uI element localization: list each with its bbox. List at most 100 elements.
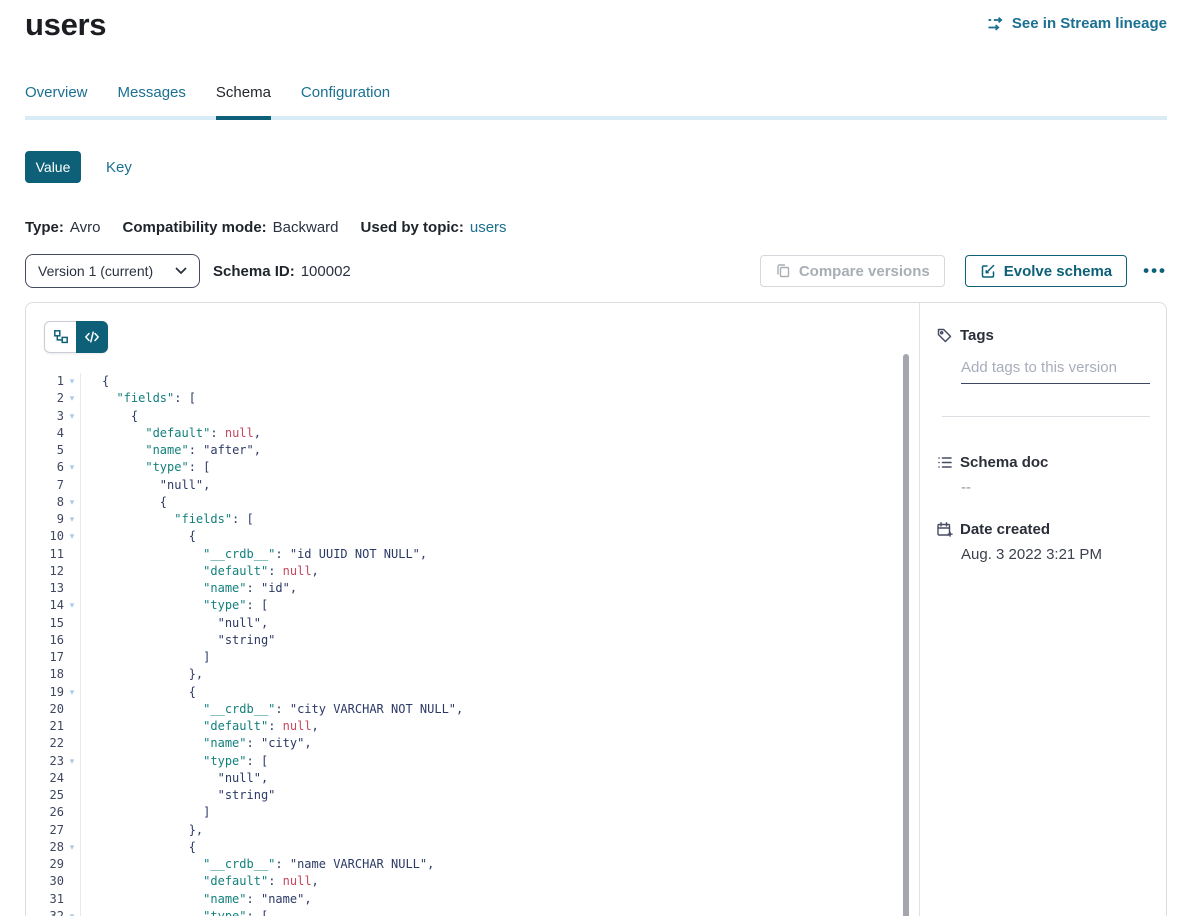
fold-arrow-icon[interactable]: ▾: [64, 597, 81, 614]
tab-schema[interactable]: Schema: [216, 84, 271, 115]
line-number: 32: [26, 908, 64, 916]
code-text: "null",: [102, 615, 268, 632]
fold-gutter: [64, 873, 81, 890]
fold-gutter: [64, 580, 81, 597]
page-title: users: [25, 6, 106, 44]
code-text: "type": [: [102, 597, 268, 614]
add-tags-input[interactable]: [961, 359, 1150, 384]
code-text: "name": "city",: [102, 735, 312, 752]
schema-panel: 1▾{2▾ "fields": [3▾ {4 "default": null,5…: [25, 302, 1167, 916]
code-line: 5 "name": "after",: [26, 442, 918, 459]
fold-gutter: [64, 442, 81, 459]
topic-link[interactable]: users: [470, 219, 507, 236]
compare-versions-icon: [775, 263, 791, 279]
code-text: ]: [102, 804, 210, 821]
code-text: {: [102, 408, 138, 425]
fold-arrow-icon[interactable]: ▾: [64, 753, 81, 770]
key-tab-button[interactable]: Key: [106, 159, 132, 176]
line-number: 17: [26, 649, 64, 666]
code-text: {: [102, 684, 196, 701]
schema-page: users See in Stream lineage Overview Mess…: [0, 0, 1189, 916]
fold-gutter: [64, 856, 81, 873]
code-text: ]: [102, 649, 210, 666]
tags-section-header: Tags: [936, 327, 1150, 344]
fold-arrow-icon[interactable]: ▾: [64, 908, 81, 916]
line-number: 16: [26, 632, 64, 649]
evolve-schema-button[interactable]: Evolve schema: [965, 255, 1127, 287]
line-number: 20: [26, 701, 64, 718]
code-text: {: [102, 528, 196, 545]
line-number: 7: [26, 477, 64, 494]
code-line: 27 },: [26, 822, 918, 839]
code-text: },: [102, 822, 203, 839]
stream-lineage-icon: [987, 16, 1005, 32]
code-line: 16 "string": [26, 632, 918, 649]
code-line: 21 "default": null,: [26, 718, 918, 735]
tab-overview[interactable]: Overview: [25, 84, 88, 115]
fold-gutter: [64, 425, 81, 442]
sidebar-divider: [942, 416, 1150, 417]
fold-gutter: [64, 718, 81, 735]
fold-arrow-icon[interactable]: ▾: [64, 390, 81, 407]
code-line: 6▾ "type": [: [26, 459, 918, 476]
more-actions-button[interactable]: •••: [1143, 255, 1167, 287]
editor-scrollbar[interactable]: [903, 354, 909, 916]
tag-icon: [936, 327, 953, 344]
version-bar: Version 1 (current) Schema ID: 100002 Co…: [25, 254, 1167, 288]
fold-arrow-icon[interactable]: ▾: [64, 408, 81, 425]
compatibility-label: Compatibility mode:: [122, 219, 266, 236]
schema-details-sidebar: Tags Schema doc --: [919, 303, 1166, 916]
code-text: "default": null,: [102, 425, 261, 442]
line-number: 18: [26, 666, 64, 683]
edit-icon: [980, 263, 996, 279]
line-number: 14: [26, 597, 64, 614]
code-line: 28▾ {: [26, 839, 918, 856]
line-number: 4: [26, 425, 64, 442]
code-lines: 1▾{2▾ "fields": [3▾ {4 "default": null,5…: [26, 373, 918, 916]
fold-arrow-icon[interactable]: ▾: [64, 684, 81, 701]
page-header: users See in Stream lineage: [25, 0, 1167, 52]
code-text: "name": "after",: [102, 442, 261, 459]
code-line: 2▾ "fields": [: [26, 390, 918, 407]
fold-arrow-icon[interactable]: ▾: [64, 494, 81, 511]
fold-arrow-icon[interactable]: ▾: [64, 459, 81, 476]
code-line: 22 "name": "city",: [26, 735, 918, 752]
schema-doc-section-header: Schema doc: [936, 454, 1150, 471]
fold-arrow-icon[interactable]: ▾: [64, 839, 81, 856]
fold-gutter: [64, 735, 81, 752]
code-line: 23▾ "type": [: [26, 753, 918, 770]
type-label: Type:: [25, 219, 64, 236]
line-number: 22: [26, 735, 64, 752]
fold-gutter: [64, 822, 81, 839]
list-icon: [936, 454, 953, 471]
compare-versions-button[interactable]: Compare versions: [760, 255, 945, 287]
see-in-stream-lineage-link[interactable]: See in Stream lineage: [987, 15, 1167, 32]
code-text: "__crdb__": "id UUID NOT NULL",: [102, 546, 427, 563]
tree-view-icon[interactable]: [44, 321, 76, 353]
date-created-section-header: Date created: [936, 521, 1150, 538]
version-select[interactable]: Version 1 (current): [25, 254, 200, 288]
code-view-icon[interactable]: [76, 321, 108, 353]
line-number: 21: [26, 718, 64, 735]
tabs: Overview Messages Schema Configuration: [25, 84, 1167, 115]
schema-code-editor[interactable]: 1▾{2▾ "fields": [3▾ {4 "default": null,5…: [26, 373, 918, 916]
tab-configuration[interactable]: Configuration: [301, 84, 390, 115]
value-key-toggle: Value Key: [25, 151, 1167, 183]
code-line: 32▾ "type": [: [26, 908, 918, 916]
code-line: 17 ]: [26, 649, 918, 666]
code-line: 8▾ {: [26, 494, 918, 511]
tab-messages[interactable]: Messages: [118, 84, 186, 115]
code-line: 11 "__crdb__": "id UUID NOT NULL",: [26, 546, 918, 563]
code-text: "name": "id",: [102, 580, 297, 597]
value-tab-button[interactable]: Value: [25, 151, 81, 183]
used-by-topic-label: Used by topic:: [361, 219, 464, 236]
fold-arrow-icon[interactable]: ▾: [64, 373, 81, 390]
fold-arrow-icon[interactable]: ▾: [64, 511, 81, 528]
active-tab-indicator: [216, 116, 271, 120]
fold-gutter: [64, 632, 81, 649]
line-number: 6: [26, 459, 64, 476]
code-text: "__crdb__": "city VARCHAR NOT NULL",: [102, 701, 463, 718]
fold-arrow-icon[interactable]: ▾: [64, 528, 81, 545]
fold-gutter: [64, 891, 81, 908]
fold-gutter: [64, 787, 81, 804]
